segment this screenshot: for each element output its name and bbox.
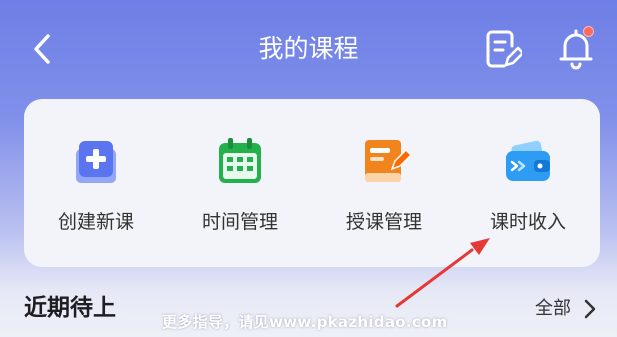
upcoming-section-title: 近期待上: [24, 295, 116, 321]
chevron-right-icon[interactable]: [582, 297, 598, 321]
time-management-label: 时间管理: [201, 211, 278, 233]
book-edit-icon: [365, 140, 410, 182]
watermark-text: 更多指导，请见www.pkazhidao.com: [162, 313, 448, 331]
top-bar: 我的课程: [0, 0, 617, 98]
time-management-button[interactable]: 时间管理: [168, 129, 312, 249]
create-course-label: 创建新课: [57, 211, 134, 233]
notification-dot: [583, 26, 594, 37]
page-title: 我的课程: [258, 34, 359, 63]
class-income-button[interactable]: 课时收入: [456, 129, 600, 249]
create-course-button[interactable]: 创建新课: [24, 129, 168, 249]
teaching-management-label: 授课管理: [345, 211, 422, 233]
class-income-label: 课时收入: [489, 211, 566, 233]
teaching-management-button[interactable]: 授课管理: [312, 129, 456, 249]
view-all-link[interactable]: 全部: [535, 295, 571, 323]
wallet-icon: [506, 140, 550, 181]
notes-button[interactable]: [484, 28, 525, 70]
calendar-icon: [219, 138, 261, 183]
notification-button[interactable]: [556, 26, 596, 70]
quick-actions-card: 创建新课 时间管理 授课管理 课时收入: [24, 99, 600, 267]
notes-edit-icon: [486, 30, 525, 68]
add-course-icon: [76, 141, 116, 183]
